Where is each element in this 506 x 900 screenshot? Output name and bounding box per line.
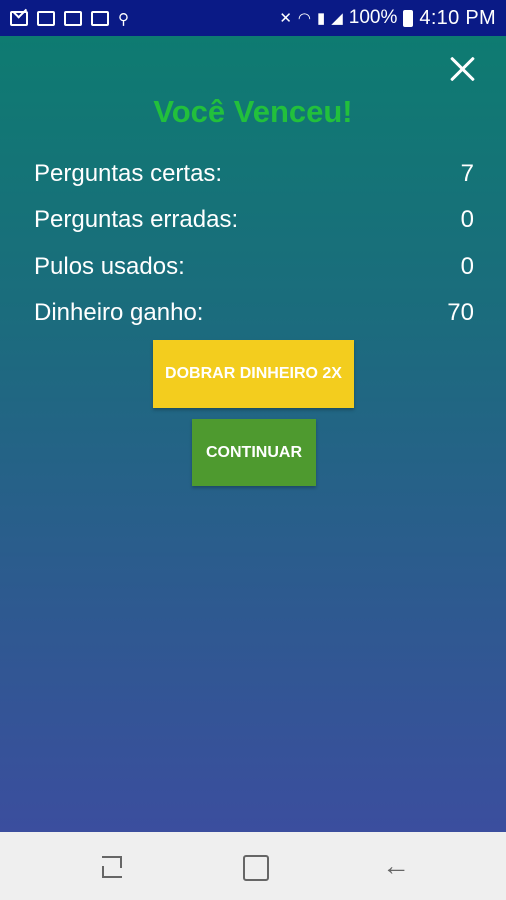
- system-icons: ✕ ◠ ▮ ◢ 100% 4:10 PM: [279, 7, 496, 30]
- home-icon[interactable]: [240, 852, 270, 882]
- gallery-icon: [37, 10, 55, 26]
- stat-value: 0: [460, 206, 474, 233]
- stat-label: Pulos usados:: [34, 253, 185, 280]
- stat-row-skips: Pulos usados: 0: [34, 253, 474, 281]
- stat-row-wrong: Perguntas erradas: 0: [34, 206, 474, 234]
- mute-icon: ✕: [279, 10, 292, 27]
- stat-row-correct: Perguntas certas: 7: [34, 160, 474, 188]
- status-time: 4:10 PM: [419, 6, 496, 29]
- recent-apps-icon[interactable]: [98, 852, 128, 882]
- results-dialog: Você Venceu! Perguntas certas: 7 Pergunt…: [0, 36, 506, 832]
- continue-button[interactable]: CONTINUAR: [192, 419, 316, 486]
- stat-label: Dinheiro ganho:: [34, 299, 204, 326]
- back-icon[interactable]: ←: [381, 852, 411, 882]
- page-title: Você Venceu!: [153, 94, 353, 129]
- stat-label: Perguntas erradas:: [34, 206, 239, 233]
- battery-icon: [403, 9, 414, 27]
- stat-row-money: Dinheiro ganho: 70: [34, 299, 474, 327]
- mail-icon: [10, 10, 28, 26]
- stat-value: 7: [460, 160, 474, 187]
- wifi-icon: ◠: [297, 10, 311, 27]
- double-money-button[interactable]: DOBRAR DINHEIRO 2X: [153, 340, 354, 408]
- status-bar: ✕ ◠ ▮ ◢ 100% 4:10 PM: [0, 0, 506, 36]
- image-icon: [91, 10, 109, 26]
- gallery-icon: [64, 10, 82, 26]
- navigation-bar: ←: [0, 832, 506, 900]
- stat-label: Perguntas certas:: [34, 160, 223, 187]
- stat-value: 70: [447, 299, 474, 326]
- signal-icon: ◢: [331, 10, 343, 27]
- battery-percent: 100%: [348, 7, 398, 28]
- usb-icon: [118, 11, 132, 26]
- stat-value: 0: [460, 253, 474, 280]
- sim-icon: ▮: [316, 10, 326, 27]
- notification-icons: [10, 10, 132, 26]
- close-icon[interactable]: [446, 52, 480, 86]
